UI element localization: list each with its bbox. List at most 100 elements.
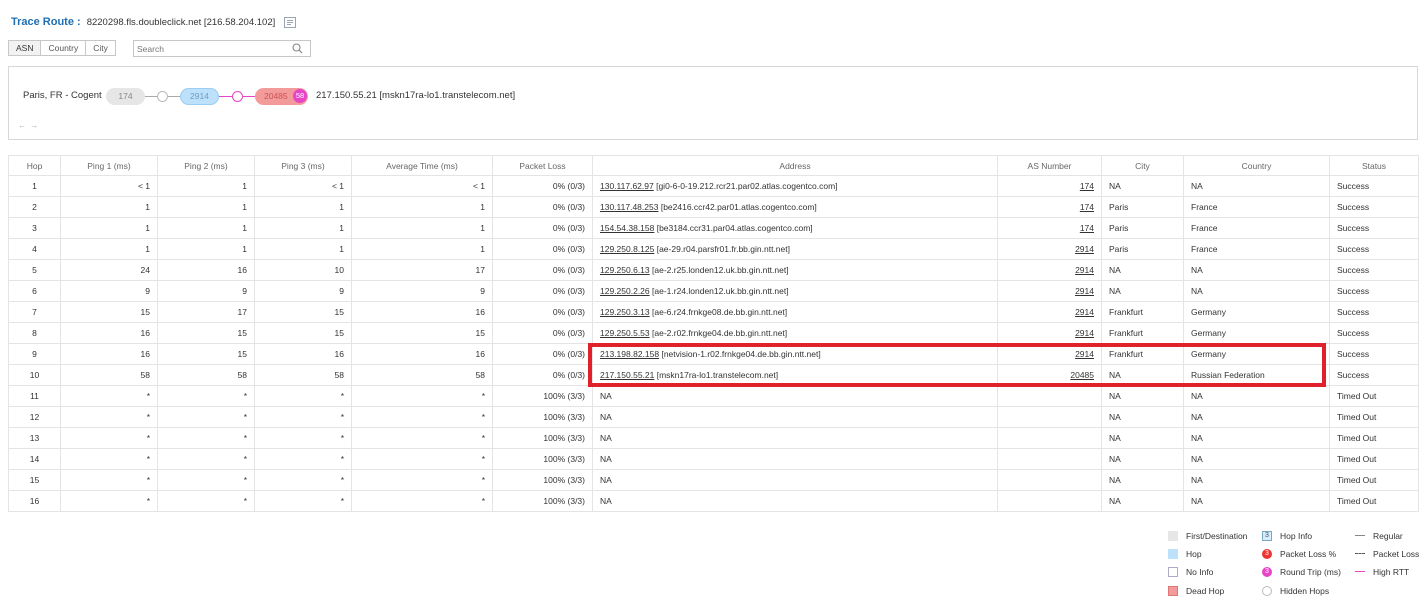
table-row[interactable]: 10 58 58 58 58 0% (0/3) 217.150.55.21 [mskn17r…: [8, 364, 1419, 386]
asn-link[interactable]: 2914: [1075, 244, 1094, 254]
cell-ping3: 15: [254, 322, 352, 344]
ip-link[interactable]: 130.117.48.253: [600, 202, 658, 212]
table-row[interactable]: 8 16 15 15 15 0% (0/3) 129.250.5.53 [ae-2.r02.…: [8, 322, 1419, 344]
trace-route-header: Trace Route : 8220298.fls.doubleclick.ne…: [11, 15, 297, 29]
hop-info-badge: 3: [1262, 531, 1272, 541]
asn-link[interactable]: 2914: [1075, 307, 1094, 317]
cell-status: Timed Out: [1329, 469, 1419, 491]
asn-link[interactable]: 2914: [1075, 265, 1094, 275]
cell-hop: 4: [8, 238, 61, 260]
table-header-row: Hop Ping 1 (ms) Ping 2 (ms) Ping 3 (ms) …: [8, 155, 1419, 176]
ip-link[interactable]: 129.250.8.125: [600, 244, 654, 254]
table-row[interactable]: 7 15 17 15 16 0% (0/3) 129.250.3.13 [ae-6.r24.…: [8, 301, 1419, 323]
toggle-city[interactable]: City: [86, 41, 115, 55]
table-row[interactable]: 6 9 9 9 9 0% (0/3) 129.250.2.26 [ae-1.r24.lond…: [8, 280, 1419, 302]
cell-hop: 6: [8, 280, 61, 302]
ip-link[interactable]: 154.54.38.158: [600, 223, 654, 233]
cell-city: Frankfurt: [1101, 322, 1184, 344]
col-header-status[interactable]: Status: [1329, 155, 1419, 176]
asn-link[interactable]: 174: [1080, 202, 1094, 212]
cell-status: Success: [1329, 217, 1419, 239]
col-header-city[interactable]: City: [1101, 155, 1184, 176]
ip-link[interactable]: 129.250.6.13: [600, 265, 650, 275]
table-row[interactable]: 3 1 1 1 1 0% (0/3) 154.54.38.158 [be3184.ccr31…: [8, 217, 1419, 239]
toggle-asn[interactable]: ASN: [9, 41, 42, 55]
cell-as-number: 20485: [997, 364, 1102, 386]
cell-ping3: 1: [254, 238, 352, 260]
table-row[interactable]: 5 24 16 10 17 0% (0/3) 129.250.6.13 [ae-2.r25.…: [8, 259, 1419, 281]
cell-ping3: 1: [254, 217, 352, 239]
cell-hop: 3: [8, 217, 61, 239]
cell-packet-loss: 100% (3/3): [492, 406, 593, 428]
hidden-hop-marker[interactable]: [157, 91, 168, 102]
hop-swatch: [1168, 549, 1178, 559]
cell-ping1: 16: [60, 322, 158, 344]
cell-status: Success: [1329, 259, 1419, 281]
asn-link[interactable]: 174: [1080, 181, 1094, 191]
asn-link[interactable]: 174: [1080, 223, 1094, 233]
cell-hop: 7: [8, 301, 61, 323]
pan-arrows-icon[interactable]: ← →: [18, 121, 39, 130]
ip-link[interactable]: 129.250.2.26: [600, 286, 650, 296]
col-header-average[interactable]: Average Time (ms): [351, 155, 493, 176]
asn-node-174[interactable]: 174: [106, 88, 145, 105]
asn-link[interactable]: 2914: [1075, 349, 1094, 359]
hidden-hop-marker[interactable]: [232, 91, 243, 102]
cell-city: Paris: [1101, 196, 1184, 218]
table-row[interactable]: 15 * * * * 100% (3/3) NA NA NA Timed Out: [8, 469, 1419, 491]
regular-link: [145, 96, 157, 97]
asn-link[interactable]: 2914: [1075, 286, 1094, 296]
ip-link[interactable]: 129.250.3.13: [600, 307, 650, 317]
table-row[interactable]: 1 < 1 1 < 1 < 1 0% (0/3) 130.117.62.97 [gi0-6-…: [8, 175, 1419, 197]
col-header-ping1[interactable]: Ping 1 (ms): [60, 155, 158, 176]
ip-link[interactable]: 213.198.82.158: [600, 349, 659, 359]
table-row[interactable]: 16 * * * * 100% (3/3) NA NA NA Timed Out: [8, 490, 1419, 512]
cell-city: NA: [1101, 406, 1184, 428]
asn-link[interactable]: 20485: [1070, 370, 1094, 380]
table-row[interactable]: 12 * * * * 100% (3/3) NA NA NA Timed Out: [8, 406, 1419, 428]
ip-link[interactable]: 129.250.5.53: [600, 328, 650, 338]
cell-country: NA: [1183, 385, 1330, 407]
col-header-hop[interactable]: Hop: [8, 155, 61, 176]
cell-hop: 1: [8, 175, 61, 197]
cell-ping3: 58: [254, 364, 352, 386]
cell-as-number: [997, 427, 1102, 449]
route-path-panel: Paris, FR - Cogent 174 2914 20485 58 217…: [8, 66, 1418, 140]
ip-link[interactable]: 130.117.62.97: [600, 181, 654, 191]
col-header-ping2[interactable]: Ping 2 (ms): [157, 155, 255, 176]
cell-address: NA: [592, 490, 998, 512]
search-icon[interactable]: [292, 43, 303, 56]
hostname: [ae-6.r24.frnkge08.de.bb.gin.ntt.net]: [649, 307, 788, 317]
table-row[interactable]: 11 * * * * 100% (3/3) NA NA NA Timed Out: [8, 385, 1419, 407]
cell-average: 16: [351, 343, 493, 365]
cell-ping3: 9: [254, 280, 352, 302]
cell-address: 130.117.48.253 [be2416.ccr42.par01.atlas…: [592, 196, 998, 218]
table-row[interactable]: 4 1 1 1 1 0% (0/3) 129.250.8.125 [ae-29.r04.pa…: [8, 238, 1419, 260]
cell-ping1: *: [60, 385, 158, 407]
search-input[interactable]: [134, 41, 284, 56]
cell-ping2: 17: [157, 301, 255, 323]
ip-link[interactable]: 217.150.55.21: [600, 370, 654, 380]
legend: First/Destination Hop No Info Dead Hop 3…: [1168, 527, 1423, 597]
cell-city: NA: [1101, 469, 1184, 491]
cell-address: 130.117.62.97 [gi0-6-0-19.212.rcr21.par0…: [592, 175, 998, 197]
table-row[interactable]: 2 1 1 1 1 0% (0/3) 130.117.48.253 [be2416.ccr4…: [8, 196, 1419, 218]
asn-node-2914[interactable]: 2914: [180, 88, 219, 105]
col-header-as-number[interactable]: AS Number: [997, 155, 1102, 176]
cell-hop: 12: [8, 406, 61, 428]
col-header-packet-loss[interactable]: Packet Loss: [492, 155, 593, 176]
col-header-address[interactable]: Address: [592, 155, 998, 176]
dead-hop-swatch: [1168, 586, 1178, 596]
cell-average: *: [351, 385, 493, 407]
col-header-ping3[interactable]: Ping 3 (ms): [254, 155, 352, 176]
copy-icon[interactable]: [284, 16, 297, 28]
table-row[interactable]: 9 16 15 16 16 0% (0/3) 213.198.82.158 [netvisi…: [8, 343, 1419, 365]
table-row[interactable]: 13 * * * * 100% (3/3) NA NA NA Timed Out: [8, 427, 1419, 449]
cell-as-number: 174: [997, 196, 1102, 218]
toggle-country[interactable]: Country: [41, 41, 87, 55]
col-header-country[interactable]: Country: [1183, 155, 1330, 176]
cell-city: Frankfurt: [1101, 343, 1184, 365]
cell-average: 1: [351, 238, 493, 260]
table-row[interactable]: 14 * * * * 100% (3/3) NA NA NA Timed Out: [8, 448, 1419, 470]
asn-link[interactable]: 2914: [1075, 328, 1094, 338]
